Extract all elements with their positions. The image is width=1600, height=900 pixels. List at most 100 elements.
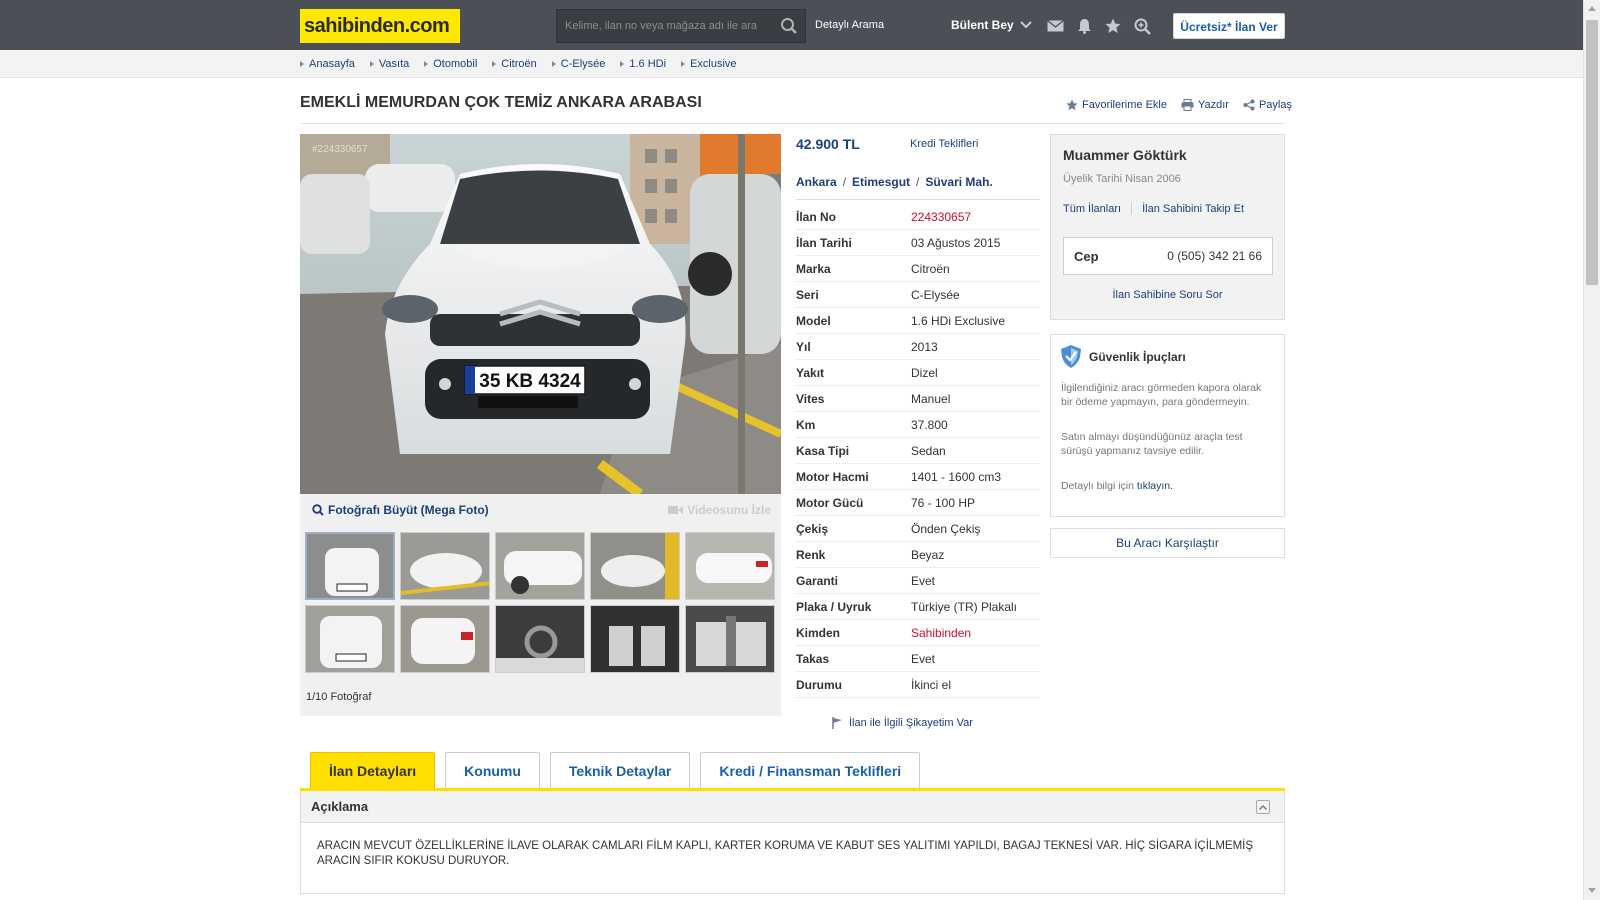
favorites-button[interactable] xyxy=(1103,16,1123,36)
star-icon xyxy=(1105,18,1121,33)
location-neighborhood[interactable]: Süvari Mah. xyxy=(925,175,992,189)
safety-tips-box: Güvenlik İpuçları İlgilendiğiniz aracı g… xyxy=(1050,334,1285,517)
spec-value: Beyaz xyxy=(911,547,945,562)
seller-box: Muammer Göktürk Üyelik Tarihi Nisan 2006… xyxy=(1050,134,1285,320)
safety-more-link[interactable]: tıklayın. xyxy=(1137,480,1173,492)
spec-label: Vites xyxy=(796,391,825,406)
photo-thumbnail[interactable] xyxy=(590,532,680,600)
tab-credit-offers[interactable]: Kredi / Finansman Teklifleri xyxy=(700,752,921,788)
photo-thumbnail[interactable] xyxy=(685,532,775,600)
report-label: İlan ile İlgili Şikayetim Var xyxy=(849,717,973,729)
credit-offers-link[interactable]: Kredi Teklifleri xyxy=(910,138,978,150)
ask-seller-link[interactable]: İlan Sahibine Soru Sor xyxy=(1051,289,1284,301)
description-text: ARACIN MEVCUT ÖZELLİKLERİNE İLAVE OLARAK… xyxy=(317,840,1254,867)
location-district[interactable]: Etimesgut xyxy=(852,175,910,189)
breadcrumb-item[interactable]: Exclusive xyxy=(681,58,737,70)
spec-row: Plaka / Uyruk Türkiye (TR) Plakalı xyxy=(796,594,1040,620)
spec-row: İlan Tarihi 03 Ağustos 2015 xyxy=(796,230,1040,256)
description-panel: Açıklama ARACIN MEVCUT ÖZELLİKLERİNE İLA… xyxy=(300,791,1285,894)
spec-row: Kasa Tipi Sedan xyxy=(796,438,1040,464)
spec-row: Marka Citroën xyxy=(796,256,1040,282)
spec-row: Yıl 2013 xyxy=(796,334,1040,360)
spec-row: Vites Manuel xyxy=(796,386,1040,412)
shield-icon xyxy=(1061,345,1081,368)
breadcrumb-item[interactable]: 1.6 HDi xyxy=(620,58,666,70)
safety-tip: Satın almayı düşündüğünüz araçla test sü… xyxy=(1061,431,1243,457)
page-scrollbar[interactable] xyxy=(1583,0,1600,900)
spec-value: 1.6 HDi Exclusive xyxy=(911,313,1006,328)
report-link[interactable]: İlan ile İlgili Şikayetim Var xyxy=(832,717,973,729)
collapse-button[interactable] xyxy=(1256,800,1270,814)
photo-thumbnail[interactable] xyxy=(590,605,680,673)
description-header: Açıklama xyxy=(301,791,1284,823)
photo-thumbnail[interactable] xyxy=(400,605,490,673)
location-city[interactable]: Ankara xyxy=(796,175,837,189)
breadcrumb-item[interactable]: Anasayfa xyxy=(300,58,355,70)
safety-tip: İlgilendiğiniz aracı görmeden kapora ola… xyxy=(1061,382,1262,408)
breadcrumb-item[interactable]: Citroën xyxy=(492,58,537,70)
spec-value: İkinci el xyxy=(911,677,952,692)
compare-car-button[interactable]: Bu Aracı Karşılaştır xyxy=(1050,528,1285,558)
messages-button[interactable] xyxy=(1045,16,1065,36)
spec-value: 37.800 xyxy=(911,417,948,432)
site-logo[interactable]: sahibinden.com xyxy=(300,9,460,43)
spec-row: Takas Evet xyxy=(796,646,1040,672)
license-plate: 35 KB 4324 xyxy=(479,371,581,392)
watch-video-link[interactable]: Videosunu İzle xyxy=(668,503,771,517)
tab-listing-details[interactable]: İlan Detayları xyxy=(310,752,436,788)
search-button[interactable] xyxy=(773,10,805,42)
price: 42.900 TL xyxy=(796,136,860,152)
add-favorite-link[interactable]: Favorilerime Ekle xyxy=(1066,99,1167,111)
scroll-down-arrow[interactable] xyxy=(1588,888,1596,893)
search-box xyxy=(556,9,806,43)
spec-label: Marka xyxy=(796,261,831,276)
spec-value: Önden Çekiş xyxy=(911,521,981,536)
seller-phone[interactable]: Cep 0 (505) 342 21 66 xyxy=(1063,237,1273,275)
description-heading: Açıklama xyxy=(311,799,369,814)
detailed-search-link[interactable]: Detaylı Arama xyxy=(815,19,884,31)
notifications-button[interactable] xyxy=(1074,16,1094,36)
tab-location[interactable]: Konumu xyxy=(445,752,540,788)
add-favorite-label: Favorilerime Ekle xyxy=(1082,99,1167,111)
photo-thumbnail[interactable] xyxy=(400,532,490,600)
breadcrumb-item[interactable]: Vasıta xyxy=(369,58,409,70)
print-label: Yazdır xyxy=(1197,99,1229,111)
breadcrumb-item[interactable]: C-Elysée xyxy=(551,58,605,70)
spec-label: Model xyxy=(796,313,831,328)
seller-follow-link[interactable]: İlan Sahibini Takip Et xyxy=(1142,203,1244,215)
spec-value: C-Elysée xyxy=(911,287,960,302)
breadcrumb-item[interactable]: Otomobil xyxy=(424,58,477,70)
location: Ankara / Etimesgut / Süvari Mah. xyxy=(796,175,993,189)
spec-row: Renk Beyaz xyxy=(796,542,1040,568)
scroll-thumb[interactable] xyxy=(1586,20,1598,285)
spec-label: Durumu xyxy=(796,677,842,692)
printer-icon xyxy=(1181,99,1194,111)
photo-thumbnail[interactable] xyxy=(305,532,395,600)
spec-label: İlan Tarihi xyxy=(796,235,852,250)
phone-number: 0 (505) 342 21 66 xyxy=(1167,249,1262,263)
spec-value: Evet xyxy=(911,573,936,588)
tab-technical-details[interactable]: Teknik Detaylar xyxy=(549,752,691,788)
print-link[interactable]: Yazdır xyxy=(1181,99,1229,111)
photo-thumbnail[interactable] xyxy=(685,605,775,673)
post-free-ad-button[interactable]: Ücretsiz* İlan Ver xyxy=(1173,13,1285,39)
spec-label: Garanti xyxy=(796,573,839,588)
photo-thumbnail[interactable] xyxy=(305,605,395,673)
spec-row: Seri C-Elysée xyxy=(796,282,1040,308)
photo-thumbnail[interactable] xyxy=(495,605,585,673)
spec-value: 2013 xyxy=(911,339,938,354)
user-menu[interactable]: Bülent Bey xyxy=(951,18,1032,32)
detail-tabs: İlan Detayları Konumu Teknik Detaylar Kr… xyxy=(310,752,921,788)
envelope-icon xyxy=(1046,20,1064,32)
spec-label: Seri xyxy=(796,287,819,302)
seller-all-ads-link[interactable]: Tüm İlanları xyxy=(1063,203,1121,215)
share-link[interactable]: Paylaş xyxy=(1243,99,1292,111)
main-photo[interactable]: 35 KB 4324 #224330657 xyxy=(300,134,781,494)
scroll-up-arrow[interactable] xyxy=(1588,6,1596,11)
share-label: Paylaş xyxy=(1258,99,1292,111)
photo-thumbnail[interactable] xyxy=(495,532,585,600)
spec-row: İlan No 224330657 xyxy=(796,204,1040,230)
mega-photo-link[interactable]: Fotoğrafı Büyüt (Mega Foto) xyxy=(312,503,489,517)
saved-search-button[interactable] xyxy=(1132,16,1152,36)
search-input[interactable] xyxy=(557,10,773,42)
